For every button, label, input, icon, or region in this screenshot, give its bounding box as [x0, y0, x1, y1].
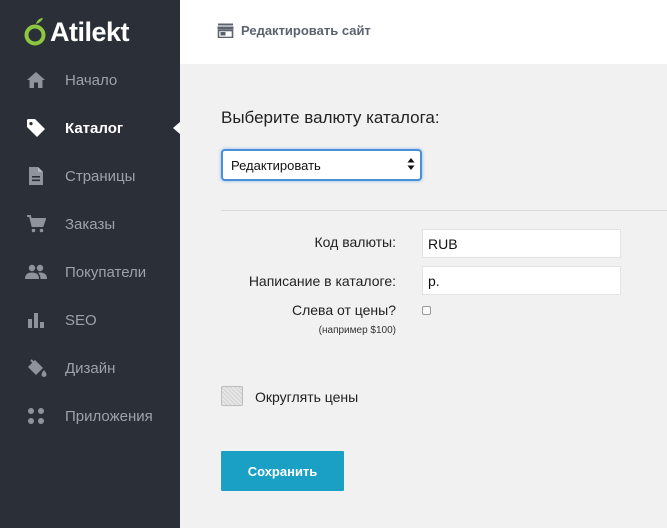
round-prices-checkbox[interactable]	[221, 386, 243, 406]
bar-chart-icon	[25, 309, 47, 331]
section-divider	[221, 210, 667, 211]
catalog-spelling-label: Написание в каталоге:	[248, 273, 396, 289]
main-content: Выберите валюту каталога: Редактировать …	[180, 64, 667, 528]
brand-name: Atilekt	[50, 16, 130, 47]
select-arrows-icon	[407, 157, 415, 171]
sidebar-item-label: Приложения	[65, 407, 153, 425]
edit-site-label: Редактировать сайт	[241, 23, 371, 38]
left-of-price-label: Слева от цены?	[291, 302, 396, 318]
left-of-price-hint: (например $100)	[318, 325, 396, 336]
left-of-price-checkbox[interactable]	[422, 306, 431, 315]
cart-icon	[25, 213, 47, 235]
sidebar-item-customers[interactable]: Покупатели	[0, 248, 180, 296]
storefront-icon	[217, 23, 234, 39]
topbar: Редактировать сайт	[180, 0, 667, 64]
currency-select-value: Редактировать	[231, 157, 321, 173]
currency-code-label: Код валюты:	[314, 234, 396, 250]
sidebar-item-label: Начало	[65, 71, 118, 89]
sidebar-item-label: Заказы	[65, 215, 116, 233]
sidebar-item-pages[interactable]: Страницы	[0, 152, 180, 200]
page-title: Выберите валюту каталога:	[221, 108, 440, 127]
people-icon	[25, 261, 47, 283]
tag-icon	[25, 117, 47, 139]
sidebar-item-apps[interactable]: Приложения	[0, 392, 180, 440]
sidebar: Atilekt Начало Каталог Страницы Заказы П…	[0, 0, 180, 528]
apple-logo-icon	[24, 17, 48, 47]
app-window: Atilekt Начало Каталог Страницы Заказы П…	[0, 0, 667, 528]
sidebar-item-catalog[interactable]: Каталог	[0, 104, 180, 152]
sidebar-item-label: SEO	[65, 311, 97, 329]
sidebar-item-label: Каталог	[65, 119, 124, 137]
logo[interactable]: Atilekt	[24, 12, 130, 52]
sidebar-item-orders[interactable]: Заказы	[0, 200, 180, 248]
sidebar-item-label: Покупатели	[65, 263, 147, 281]
document-icon	[25, 165, 47, 187]
sidebar-item-label: Страницы	[65, 167, 136, 185]
sidebar-item-home[interactable]: Начало	[0, 56, 180, 104]
round-prices-label: Округлять цены	[255, 389, 359, 405]
sidebar-item-seo[interactable]: SEO	[0, 296, 180, 344]
save-button[interactable]: Сохранить	[221, 451, 344, 491]
sidebar-nav: Начало Каталог Страницы Заказы Покупател…	[0, 56, 180, 440]
paint-bucket-icon	[25, 357, 47, 379]
currency-code-input[interactable]: RUB	[422, 229, 621, 258]
catalog-spelling-input[interactable]: р.	[422, 266, 621, 295]
apps-grid-icon	[25, 405, 47, 427]
sidebar-item-label: Дизайн	[65, 359, 116, 377]
sidebar-item-design[interactable]: Дизайн	[0, 344, 180, 392]
home-icon	[25, 69, 47, 91]
edit-site-link[interactable]: Редактировать сайт	[217, 23, 371, 39]
currency-select[interactable]: Редактировать	[221, 149, 422, 181]
